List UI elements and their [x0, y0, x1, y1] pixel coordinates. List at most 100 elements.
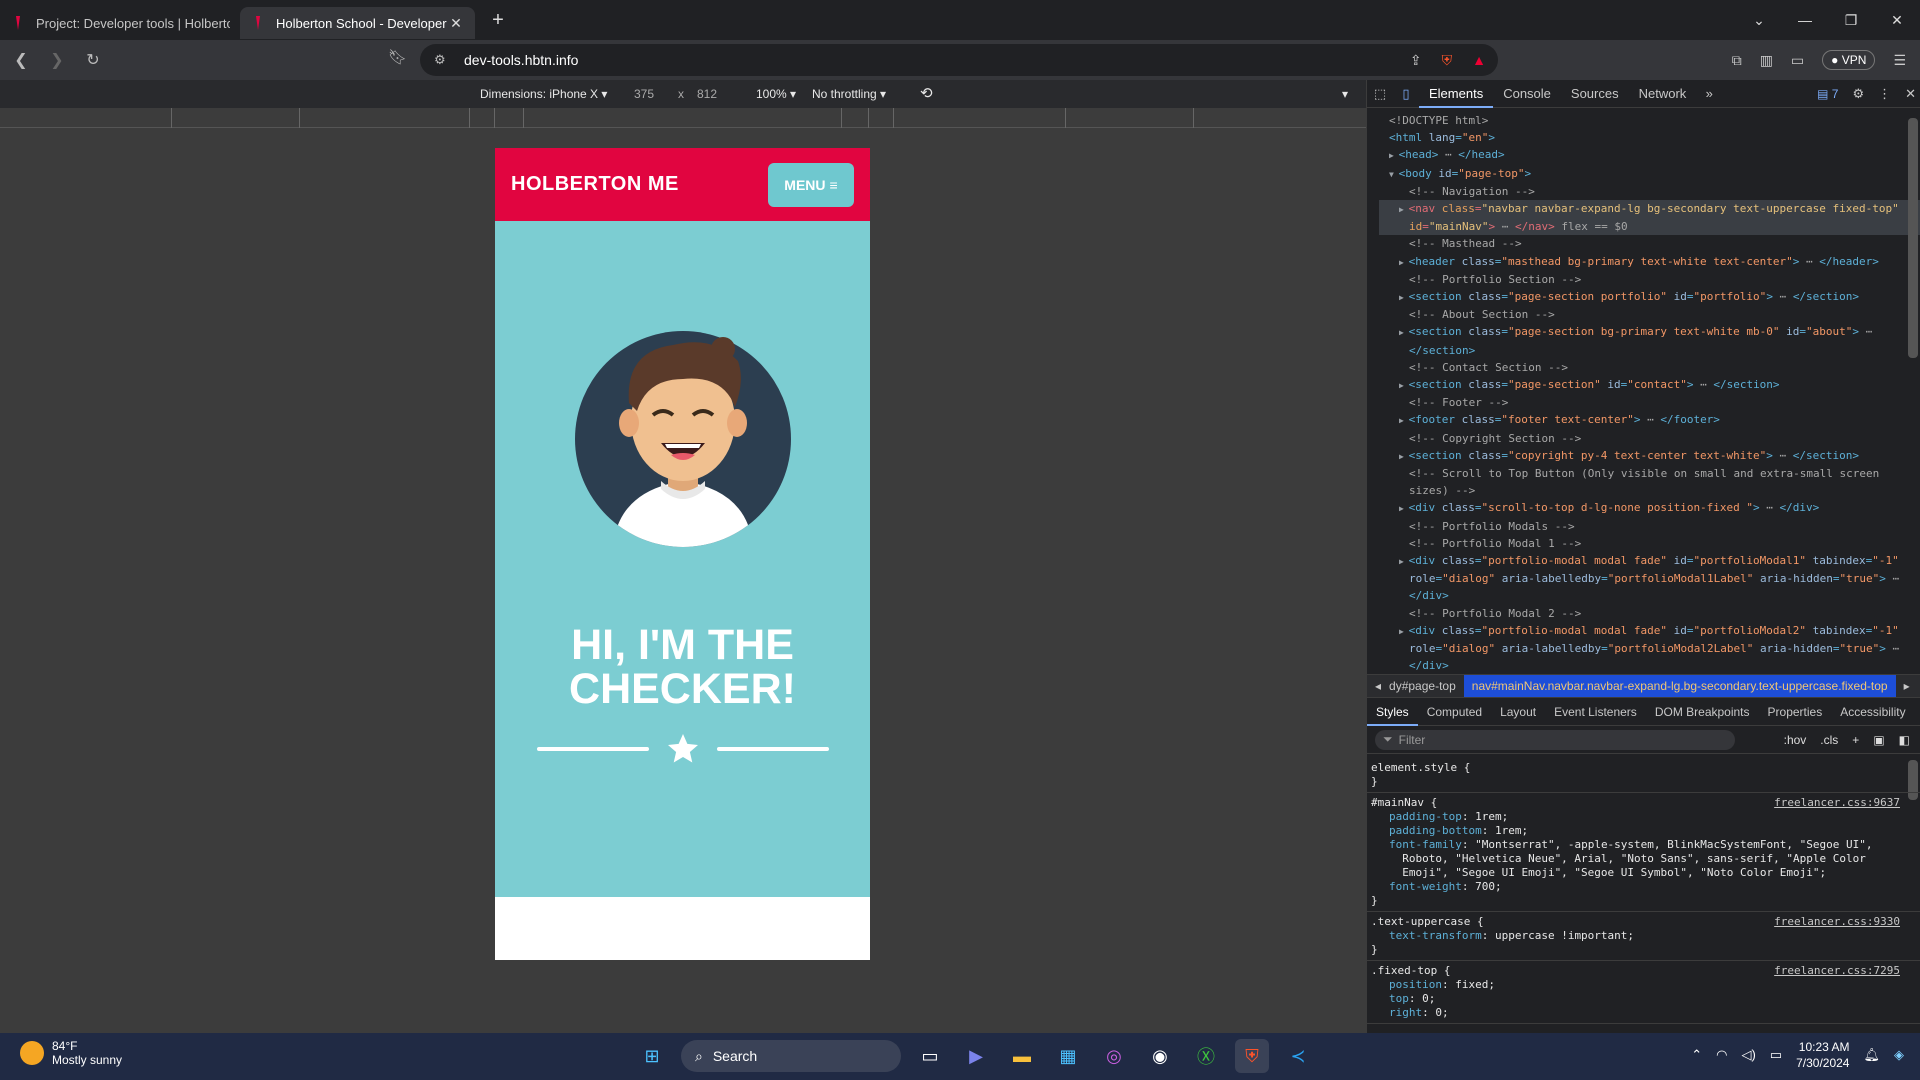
- dom-tree-line[interactable]: <!-- Portfolio Modal 2 -->: [1379, 605, 1920, 622]
- tab-sources[interactable]: Sources: [1561, 80, 1629, 108]
- reload-button[interactable]: ↻: [78, 45, 108, 75]
- dom-tree-line[interactable]: ▶ <div class="scroll-to-top d-lg-none po…: [1379, 499, 1920, 517]
- dom-tree-line[interactable]: </div>: [1379, 657, 1920, 674]
- expand-arrow-icon[interactable]: ▶: [1399, 504, 1409, 513]
- tab-layout[interactable]: Layout: [1491, 698, 1545, 726]
- device-height-input[interactable]: 812: [697, 87, 717, 101]
- close-window-button[interactable]: ✕: [1874, 0, 1920, 40]
- file-explorer-icon[interactable]: ▬: [1005, 1039, 1039, 1073]
- tab-computed[interactable]: Computed: [1418, 698, 1491, 726]
- breadcrumb-nav[interactable]: nav#mainNav.navbar.navbar-expand-lg.bg-s…: [1463, 675, 1896, 697]
- dom-tree-line[interactable]: <!-- Copyright Section -->: [1379, 430, 1920, 447]
- tab-close-icon[interactable]: ✕: [447, 14, 465, 32]
- tab-holberton-school[interactable]: Holberton School - Developer t ✕: [240, 7, 475, 39]
- css-property-name[interactable]: text-transform: [1389, 929, 1482, 942]
- windows-start-icon[interactable]: ⊞: [635, 1039, 669, 1073]
- css-property-name[interactable]: padding-top: [1389, 810, 1462, 823]
- device-width-input[interactable]: 375: [634, 87, 654, 101]
- expand-arrow-icon[interactable]: ▶: [1399, 258, 1409, 267]
- dom-tree-line[interactable]: <!-- Portfolio Section -->: [1379, 271, 1920, 288]
- dom-tree-line[interactable]: ▶ <section class="copyright py-4 text-ce…: [1379, 447, 1920, 465]
- breadcrumb-body[interactable]: dy#page-top: [1389, 679, 1464, 693]
- extensions-icon[interactable]: ⧉: [1732, 52, 1742, 69]
- cls-toggle[interactable]: .cls: [1820, 733, 1838, 747]
- dom-tree-line[interactable]: ▶ <head> ⋯ </head>: [1379, 146, 1920, 164]
- toggle-element-state-icon[interactable]: ▣: [1873, 733, 1884, 747]
- css-property-value[interactable]: uppercase !important;: [1495, 929, 1634, 942]
- css-property-value[interactable]: 0;: [1422, 992, 1435, 1005]
- device-dimensions-select[interactable]: Dimensions: iPhone X ▾: [480, 87, 607, 101]
- xbox-icon[interactable]: Ⓧ: [1189, 1039, 1223, 1073]
- inspect-element-icon[interactable]: ⬚: [1367, 86, 1393, 102]
- css-declaration[interactable]: position: fixed;: [1371, 978, 1900, 992]
- hov-toggle[interactable]: :hov: [1784, 733, 1807, 747]
- vpn-button[interactable]: ● VPN: [1822, 50, 1876, 70]
- devtools-menu-icon[interactable]: ⋮: [1878, 86, 1891, 102]
- dom-tree-line[interactable]: ▶ <div class="portfolio-modal modal fade…: [1379, 552, 1920, 570]
- tab-event-listeners[interactable]: Event Listeners: [1545, 698, 1646, 726]
- css-declaration[interactable]: top: 0;: [1371, 992, 1900, 1006]
- dom-tree-line[interactable]: <!DOCTYPE html>: [1379, 112, 1920, 129]
- expand-arrow-icon[interactable]: ▶: [1399, 293, 1409, 302]
- css-declaration[interactable]: Roboto, "Helvetica Neue", Arial, "Noto S…: [1371, 852, 1900, 866]
- css-declaration[interactable]: padding-bottom: 1rem;: [1371, 824, 1900, 838]
- store-icon[interactable]: ▦: [1051, 1039, 1085, 1073]
- dom-tree-line[interactable]: ▼ <body id="page-top">: [1379, 165, 1920, 183]
- css-declaration[interactable]: Emoji", "Segoe UI Emoji", "Segoe UI Symb…: [1371, 866, 1900, 880]
- task-view-icon[interactable]: ▭: [913, 1039, 947, 1073]
- more-tabs-icon[interactable]: »: [1696, 86, 1722, 101]
- dom-tree-line[interactable]: <!-- Masthead -->: [1379, 235, 1920, 252]
- app-circle-icon[interactable]: ◎: [1097, 1039, 1131, 1073]
- vscode-icon[interactable]: ≺: [1281, 1039, 1315, 1073]
- expand-arrow-icon[interactable]: ▶: [1399, 452, 1409, 461]
- dom-tree-line[interactable]: role="dialog" aria-labelledby="portfolio…: [1379, 570, 1920, 587]
- css-property-value[interactable]: "Montserrat", -apple-system, BlinkMacSys…: [1475, 838, 1872, 851]
- dom-tree-line[interactable]: <!-- Footer -->: [1379, 394, 1920, 411]
- wallet-icon[interactable]: ▭: [1791, 52, 1804, 69]
- css-property-value[interactable]: 700;: [1475, 880, 1502, 893]
- clock[interactable]: 10:23 AM 7/30/2024: [1796, 1039, 1849, 1071]
- tab-properties[interactable]: Properties: [1759, 698, 1832, 726]
- dom-tree-line[interactable]: <!-- Portfolio Modal 1 -->: [1379, 535, 1920, 552]
- expand-arrow-icon[interactable]: ▶: [1399, 381, 1409, 390]
- dom-tree-line[interactable]: ▶ <section class="page-section portfolio…: [1379, 288, 1920, 306]
- throttling-select[interactable]: No throttling ▾: [812, 87, 886, 101]
- issues-badge[interactable]: ▤ 7: [1817, 87, 1838, 101]
- dom-tree-line[interactable]: id="mainNav"> ⋯ </nav> flex == $0: [1379, 218, 1920, 236]
- css-declaration[interactable]: right: 0;: [1371, 1006, 1900, 1020]
- device-toolbar-more-icon[interactable]: ▾: [1342, 87, 1348, 101]
- dom-tree[interactable]: <!DOCTYPE html> <html lang="en"> ▶ <head> …: [1367, 108, 1920, 674]
- dom-tree-line[interactable]: sizes) -->: [1379, 482, 1920, 499]
- rotate-icon[interactable]: ⟲: [920, 84, 933, 102]
- expand-arrow-icon[interactable]: ▶: [1399, 557, 1409, 566]
- tray-chevron-icon[interactable]: ⌃: [1691, 1047, 1702, 1063]
- css-property-name[interactable]: padding-bottom: [1389, 824, 1482, 837]
- dom-tree-line[interactable]: ▶ <nav class="navbar navbar-expand-lg bg…: [1379, 200, 1920, 219]
- css-declaration[interactable]: padding-top: 1rem;: [1371, 810, 1900, 824]
- add-rule-icon[interactable]: +: [1852, 733, 1859, 747]
- dom-tree-line[interactable]: <!-- Portfolio Modals -->: [1379, 518, 1920, 535]
- menu-button[interactable]: MENU ≡: [768, 162, 854, 207]
- expand-arrow-icon[interactable]: ▶: [1399, 328, 1409, 337]
- css-rule[interactable]: #mainNav {freelancer.css:9637 padding-top…: [1367, 793, 1920, 912]
- css-property-value[interactable]: fixed;: [1455, 978, 1495, 991]
- css-property-name[interactable]: right: [1389, 1006, 1422, 1019]
- css-property-value[interactable]: Emoji", "Segoe UI Emoji", "Segoe UI Symb…: [1389, 866, 1826, 879]
- css-declaration[interactable]: font-family: "Montserrat", -apple-system…: [1371, 838, 1900, 852]
- taskbar-search[interactable]: ⌕ Search: [681, 1040, 901, 1072]
- weather-widget[interactable]: 84°F Mostly sunny: [20, 1039, 122, 1067]
- dom-tree-line[interactable]: <!-- About Section -->: [1379, 306, 1920, 323]
- css-property-name[interactable]: position: [1389, 978, 1442, 991]
- breadcrumb-left-arrow-icon[interactable]: ◂: [1367, 679, 1389, 693]
- notification-bell-icon[interactable]: 🔔︎: [1863, 1047, 1880, 1063]
- css-declaration[interactable]: text-transform: uppercase !important;: [1371, 929, 1900, 943]
- tab-project-developer-tools[interactable]: Project: Developer tools | Holberton: [0, 7, 240, 39]
- css-rule[interactable]: .fixed-top {freelancer.css:7295 position:…: [1367, 961, 1920, 1024]
- css-source-link[interactable]: freelancer.css:9637: [1774, 796, 1900, 810]
- tab-network[interactable]: Network: [1629, 80, 1697, 108]
- dom-tree-line[interactable]: <!-- Scroll to Top Button (Only visible …: [1379, 465, 1920, 482]
- back-button[interactable]: ❮: [6, 45, 36, 75]
- close-devtools-icon[interactable]: ✕: [1905, 86, 1916, 102]
- copilot-icon[interactable]: ◈: [1894, 1047, 1904, 1063]
- restore-button[interactable]: ❐: [1828, 0, 1874, 40]
